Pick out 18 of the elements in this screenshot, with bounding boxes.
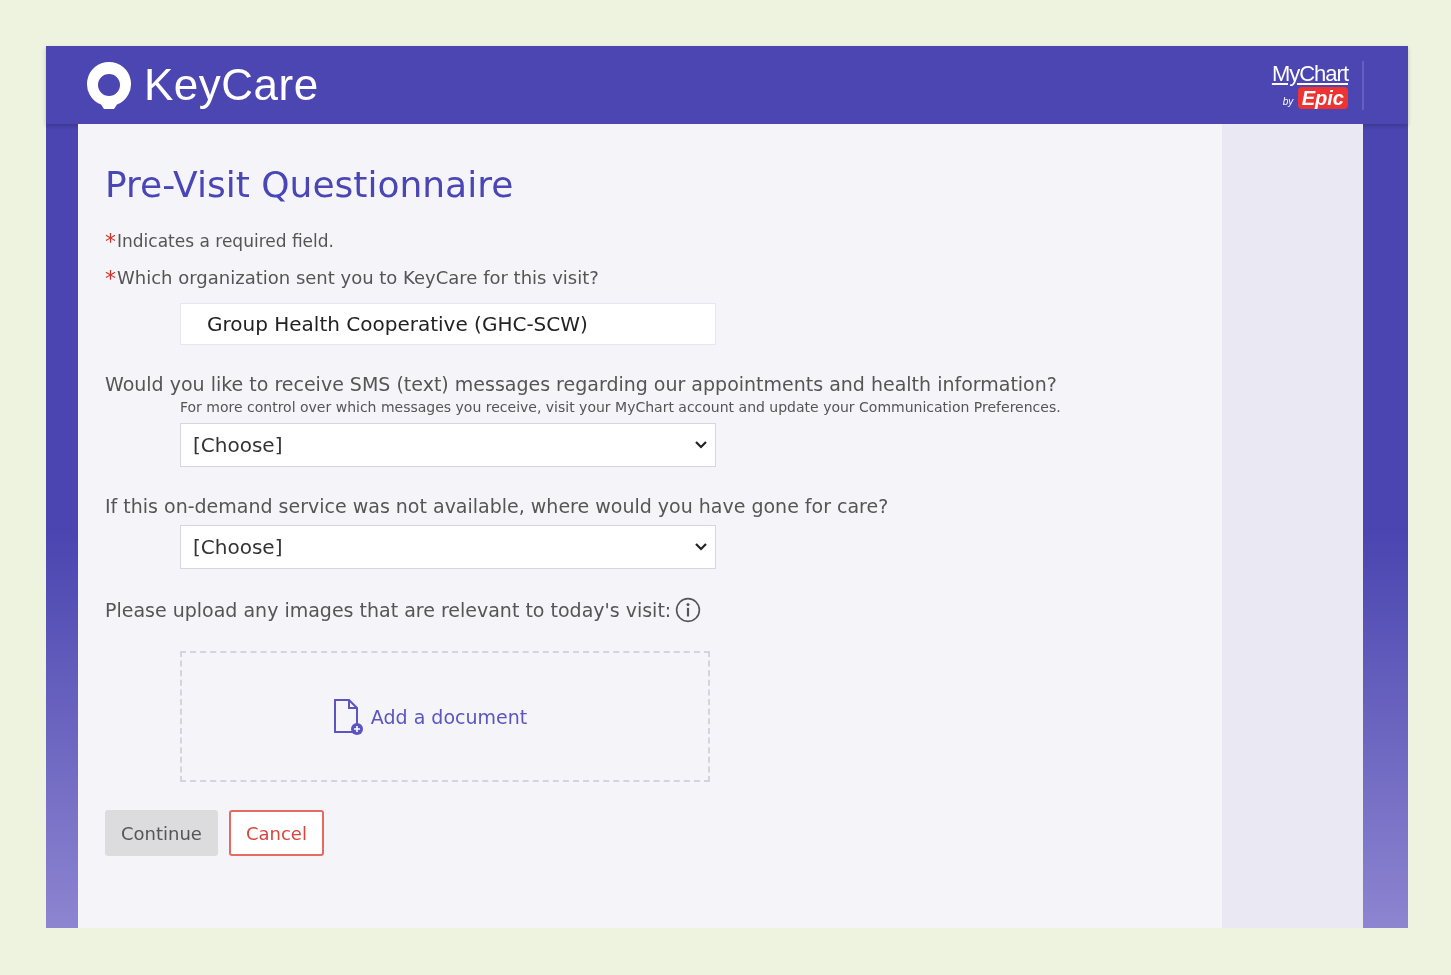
dropdown-field[interactable]: [Choose] (180, 525, 716, 569)
info-icon[interactable] (675, 597, 702, 623)
question-label: Would you like to receive SMS (text) messages regarding our appointments and health information? (105, 373, 1057, 395)
brand-name: KeyCare (144, 60, 319, 110)
question-label: Please upload any images that are relevant to today's visit: (105, 599, 672, 621)
organization-field[interactable]: Group Health Cooperative (GHC-SCW) (180, 303, 716, 345)
cancel-button[interactable]: Cancel (228, 810, 324, 856)
keycare-logo-icon (84, 60, 134, 110)
question-hint: For more control over which messages you receive, visit your MyChart account and update your Communication Preferences. (180, 399, 1062, 415)
question-label: If this on-demand service was not available, where would you have gone for care? (105, 495, 889, 517)
dropdown-field[interactable]: [Choose] (180, 423, 716, 467)
chevron-down-icon (695, 543, 707, 551)
add-document-link[interactable]: Add a document (332, 697, 528, 736)
upload-dropzone[interactable]: Add a document (180, 651, 710, 782)
partner-logo: MyChart by Epic (1271, 60, 1364, 110)
document-plus-icon (332, 697, 365, 736)
page-title: Pre-Visit Questionnaire (105, 164, 515, 205)
chevron-down-icon (695, 441, 707, 449)
